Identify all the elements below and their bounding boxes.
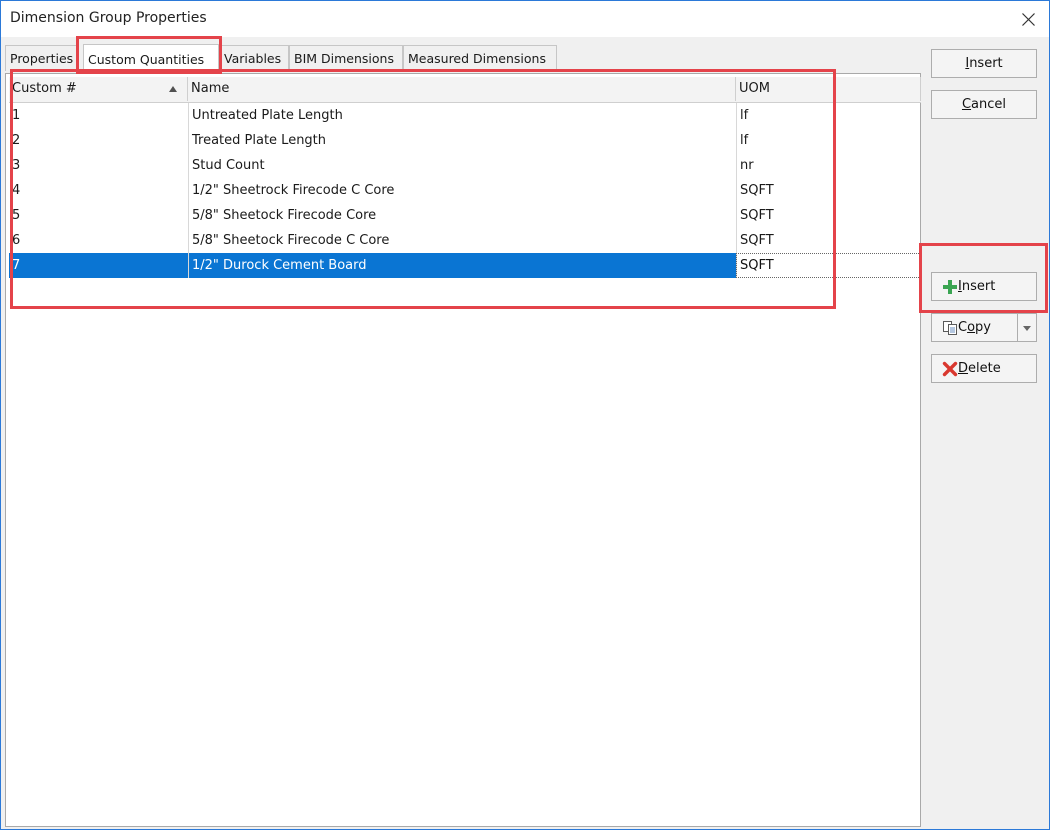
table-row-selected[interactable]: 7 1/2" Durock Cement Board SQFT [9, 253, 921, 278]
cell-uom-focused[interactable]: SQFT [736, 253, 921, 278]
tab-properties[interactable]: Properties [5, 45, 77, 71]
copy-button[interactable]: Copy [931, 313, 1037, 342]
cell-custom-number[interactable]: 1 [9, 103, 188, 128]
cell-uom[interactable]: SQFT [736, 228, 921, 253]
copy-dropdown-arrow[interactable] [1017, 314, 1036, 341]
cell-name[interactable]: Untreated Plate Length [188, 103, 736, 128]
cell-uom[interactable]: SQFT [736, 178, 921, 203]
cell-name[interactable]: 1/2" Durock Cement Board [188, 253, 736, 278]
dialog-window: Dimension Group Properties Properties Cu… [0, 0, 1050, 830]
custom-quantities-panel: Custom # Name UOM 1 Untreated Plate Leng… [5, 73, 921, 827]
table-row[interactable]: 4 1/2" Sheetrock Firecode C Core SQFT [9, 178, 921, 203]
cell-uom[interactable]: nr [736, 153, 921, 178]
tab-bim-dimensions[interactable]: BIM Dimensions [289, 45, 403, 71]
button-label: Delete [958, 361, 1001, 376]
column-header-name[interactable]: Name [188, 77, 736, 101]
tab-measured-dimensions[interactable]: Measured Dimensions [403, 45, 557, 71]
cell-name[interactable]: 5/8" Sheetock Firecode C Core [188, 228, 736, 253]
cell-uom[interactable]: SQFT [736, 203, 921, 228]
action-sidebar: Insert Cancel Insert Copy Delete [921, 41, 1049, 829]
cell-uom[interactable]: lf [736, 128, 921, 153]
cell-name[interactable]: Treated Plate Length [188, 128, 736, 153]
cell-uom[interactable]: lf [736, 103, 921, 128]
cell-custom-number[interactable]: 4 [9, 178, 188, 203]
title-bar: Dimension Group Properties [1, 1, 1049, 37]
custom-quantities-grid: Custom # Name UOM 1 Untreated Plate Leng… [9, 77, 921, 278]
delete-x-icon [942, 361, 958, 377]
cell-name[interactable]: Stud Count [188, 153, 736, 178]
cancel-button[interactable]: Cancel [931, 90, 1037, 119]
tab-custom-quantities[interactable]: Custom Quantities [83, 44, 219, 73]
button-label: Insert [965, 56, 1003, 71]
cell-name[interactable]: 5/8" Sheetock Firecode Core [188, 203, 736, 228]
column-header-custom-number[interactable]: Custom # [9, 77, 188, 101]
table-row[interactable]: 2 Treated Plate Length lf [9, 128, 921, 153]
plus-icon [943, 280, 957, 294]
cell-custom-number[interactable]: 7 [9, 253, 188, 278]
table-row[interactable]: 6 5/8" Sheetock Firecode C Core SQFT [9, 228, 921, 253]
cell-custom-number[interactable]: 2 [9, 128, 188, 153]
table-row[interactable]: 1 Untreated Plate Length lf [9, 103, 921, 128]
tab-variables[interactable]: Variables [219, 45, 289, 71]
table-row[interactable]: 5 5/8" Sheetock Firecode Core SQFT [9, 203, 921, 228]
copy-icon [943, 321, 957, 335]
button-label: Copy [958, 320, 991, 335]
column-header-uom[interactable]: UOM [736, 77, 921, 101]
cell-custom-number[interactable]: 6 [9, 228, 188, 253]
cell-custom-number[interactable]: 5 [9, 203, 188, 228]
insert-dimension-group-button[interactable]: Insert [931, 49, 1037, 78]
table-row[interactable]: 3 Stud Count nr [9, 153, 921, 178]
delete-button[interactable]: Delete [931, 354, 1037, 383]
grid-header: Custom # Name UOM [9, 77, 921, 103]
insert-row-button[interactable]: Insert [931, 272, 1037, 301]
window-title: Dimension Group Properties [10, 10, 207, 26]
close-icon [1022, 13, 1035, 26]
sort-ascending-icon [169, 86, 177, 92]
cell-custom-number[interactable]: 3 [9, 153, 188, 178]
button-label: Cancel [961, 97, 1007, 112]
button-label: Insert [958, 279, 996, 294]
column-header-label: Custom # [12, 81, 77, 96]
close-button[interactable] [1013, 5, 1043, 33]
cell-name[interactable]: 1/2" Sheetrock Firecode C Core [188, 178, 736, 203]
